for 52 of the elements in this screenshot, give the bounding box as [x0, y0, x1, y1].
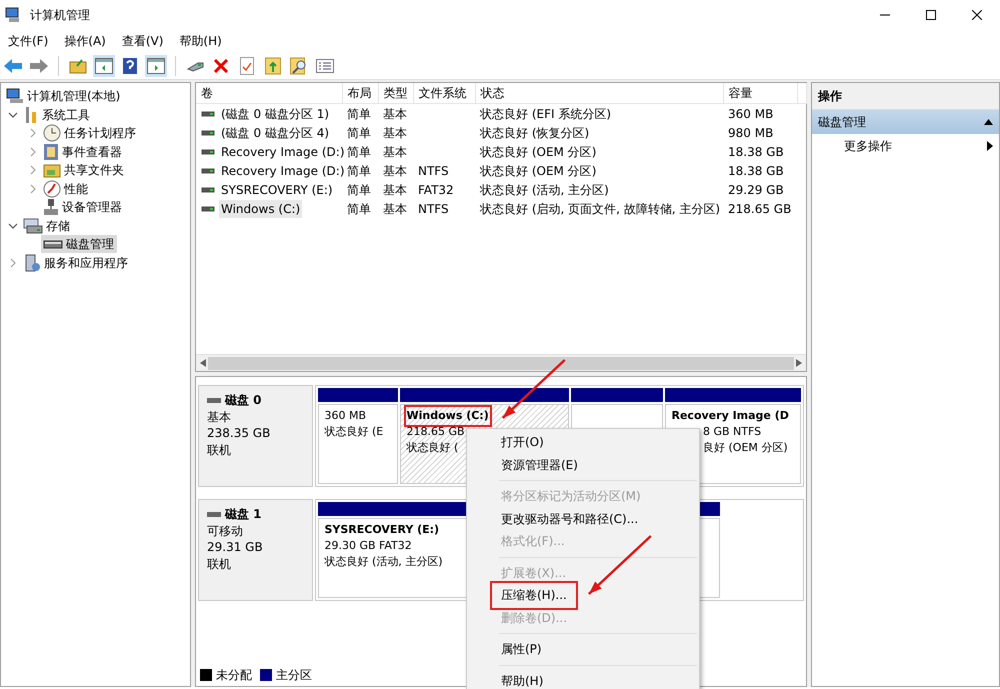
table-cell: 基本	[383, 144, 407, 158]
disk-detail: 联机	[207, 556, 232, 572]
partition-size: 360 MB	[324, 409, 366, 422]
partition-label: Windows (C:)	[406, 408, 489, 424]
table-cell: NTFS	[418, 202, 449, 216]
table-cell: 状态良好 (OEM 分区)	[480, 144, 596, 158]
partition-size: 8 GB NTFS	[703, 425, 762, 438]
disk-detail: 联机	[207, 442, 232, 458]
window-title: 计算机管理	[30, 7, 90, 24]
actions-header: 操作	[812, 83, 999, 110]
disk-detail: 29.31 GB	[207, 539, 264, 556]
table-cell: 简单	[347, 106, 371, 120]
table-cell: 简单	[347, 202, 371, 216]
disk-name: 磁盘 0	[225, 392, 262, 408]
partition-status: 良好 (OEM 分区)	[703, 441, 788, 454]
table-cell: 360 MB	[728, 106, 774, 120]
table-cell: 基本	[383, 202, 407, 216]
table-cell: 状态良好 (活动, 主分区)	[480, 182, 609, 196]
legend-label: 未分配	[216, 667, 252, 684]
table-cell: 基本	[383, 164, 407, 178]
table-cell: 简单	[347, 164, 371, 178]
table-cell: 状态良好 (恢复分区)	[480, 126, 590, 140]
table-cell: 980 MB	[728, 126, 774, 140]
table-cell: 基本	[383, 126, 407, 140]
table-cell: 简单	[347, 144, 371, 158]
table-cell: 简单	[347, 182, 371, 196]
disk-detail: 238.35 GB	[207, 425, 272, 442]
table-cell: 状态良好 (OEM 分区)	[480, 164, 596, 178]
partition-status: 状态良好 (	[406, 441, 458, 454]
table-cell: NTFS	[418, 164, 449, 178]
table-cell: 18.38 GB	[728, 144, 784, 158]
disk-detail: 基本	[207, 408, 232, 425]
partition-label: SYSRECOVERY (E:)	[324, 522, 440, 538]
action-label: 更多操作	[844, 138, 893, 155]
table-cell: 29.29 GB	[728, 182, 784, 196]
partition-size: 218.65 GB	[406, 425, 465, 438]
table-cell: 简单	[347, 126, 371, 140]
table-cell: 基本	[383, 182, 407, 196]
table-cell: 18.38 GB	[728, 164, 784, 178]
disk-detail: 可移动	[207, 522, 244, 539]
section-title: 磁盘管理	[818, 114, 867, 131]
partition-size: 29.30 GB FAT32	[324, 539, 412, 552]
table-cell: 基本	[383, 106, 407, 120]
table-cell: FAT32	[418, 182, 454, 196]
table-cell: 218.65 GB	[728, 202, 792, 216]
partition-status: 状态良好 (活动, 主分区)	[324, 555, 443, 568]
legend-label: 主分区	[276, 667, 312, 684]
table-cell: 状态良好 (启动, 页面文件, 故障转储, 主分区)	[480, 202, 720, 216]
table-cell: 状态良好 (EFI 系统分区)	[480, 106, 612, 120]
partition-label: Recovery Image (D	[672, 408, 789, 424]
partition-status: 状态良好 (E	[324, 425, 384, 438]
disk-name: 磁盘 1	[225, 506, 262, 522]
